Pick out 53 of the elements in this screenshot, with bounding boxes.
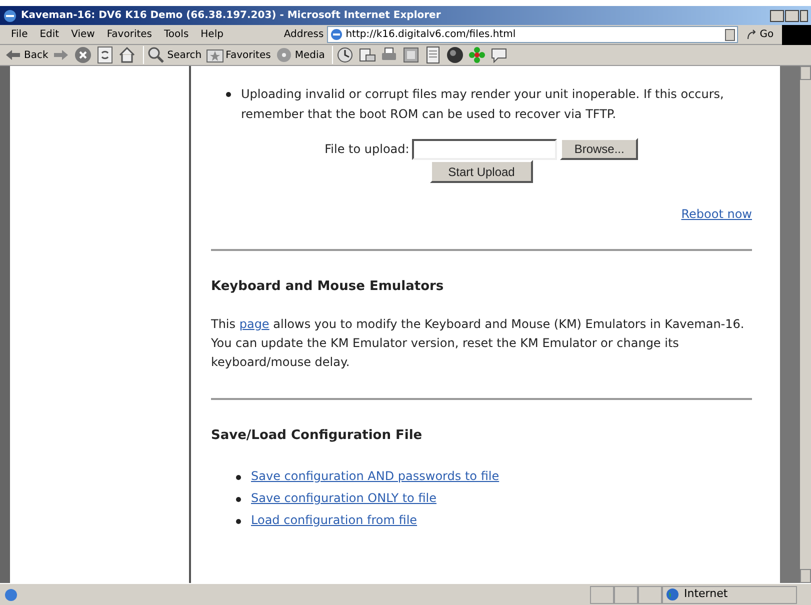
browse-button[interactable]: Browse... bbox=[560, 138, 638, 160]
window-title: Kaveman-16: DV6 K16 Demo (66.38.197.203) - Microsoft Internet Explorer bbox=[21, 9, 441, 23]
globe-icon[interactable] bbox=[446, 46, 464, 64]
toolbar-button[interactable]: Search bbox=[147, 46, 202, 64]
upload-label: File to upload: bbox=[324, 141, 410, 158]
go-arrow-icon bbox=[746, 28, 758, 40]
menu-item[interactable]: Help bbox=[196, 27, 228, 42]
close-button[interactable] bbox=[800, 10, 808, 22]
address-label: Address bbox=[284, 28, 325, 42]
config-link[interactable]: Save configuration AND passwords to file bbox=[251, 467, 500, 486]
speech-bubble-icon[interactable] bbox=[490, 46, 508, 64]
config-link[interactable]: Load configuration from file bbox=[251, 511, 418, 530]
section-paragraph: This page allows you to modify the Keyboard and Mouse (KM) Emulators in Kaveman-16. You can update the KM Emulator version, reset the KM Emulator or change its keyboard/mouse delay. bbox=[211, 316, 746, 370]
document-icon[interactable] bbox=[424, 46, 442, 64]
menu-item[interactable]: View bbox=[66, 27, 100, 42]
bullet-icon bbox=[236, 519, 241, 524]
toolbar-button[interactable]: Favorites bbox=[206, 46, 271, 64]
page-edit-icon[interactable] bbox=[402, 46, 420, 64]
reboot-link[interactable]: Reboot now bbox=[681, 205, 752, 223]
flower-icon[interactable] bbox=[468, 46, 486, 64]
status-pane bbox=[590, 586, 614, 604]
warning-text: Uploading invalid or corrupt files may render your unit inoperable. If this occurs, remember that the boot ROM can be used to recover via TFTP. bbox=[241, 86, 725, 123]
menu-item[interactable]: Edit bbox=[34, 27, 64, 42]
config-link[interactable]: Save configuration ONLY to file bbox=[251, 489, 436, 508]
refresh-icon[interactable] bbox=[96, 46, 114, 64]
status-pane bbox=[614, 586, 638, 604]
go-button[interactable]: Go bbox=[738, 27, 782, 42]
bullet-icon bbox=[226, 92, 231, 97]
mail-icon[interactable] bbox=[358, 46, 376, 64]
toolbar-button[interactable]: Media bbox=[274, 46, 325, 64]
menu-item[interactable]: Favorites bbox=[102, 27, 158, 42]
minimize-button[interactable] bbox=[770, 10, 784, 22]
address-field[interactable]: http://k16.digitalv6.com/files.html bbox=[326, 26, 738, 43]
clock-icon[interactable] bbox=[336, 46, 354, 64]
bullet-icon bbox=[236, 475, 241, 480]
start-upload-button[interactable]: Start Upload bbox=[430, 160, 533, 183]
menu-item[interactable]: File bbox=[6, 27, 33, 42]
file-field[interactable] bbox=[412, 138, 558, 160]
menu-item[interactable]: Tools bbox=[159, 27, 194, 42]
page-link[interactable]: page bbox=[239, 316, 270, 330]
maximize-button[interactable] bbox=[785, 10, 799, 22]
zone-label: Internet bbox=[684, 586, 728, 602]
toolbar-button[interactable]: Back bbox=[4, 46, 48, 64]
browser-logo-icon bbox=[3, 8, 17, 22]
search-icon bbox=[147, 46, 166, 64]
stop-icon[interactable] bbox=[74, 46, 92, 64]
bullet-icon bbox=[236, 497, 241, 502]
section-heading: Save/Load Configuration File bbox=[211, 426, 424, 444]
section-heading: Keyboard and Mouse Emulators bbox=[211, 278, 445, 296]
dropdown-button[interactable] bbox=[724, 28, 735, 40]
address-value: http://k16.digitalv6.com/files.html bbox=[346, 28, 517, 42]
home-icon[interactable] bbox=[118, 46, 136, 64]
globe-icon bbox=[666, 588, 679, 601]
